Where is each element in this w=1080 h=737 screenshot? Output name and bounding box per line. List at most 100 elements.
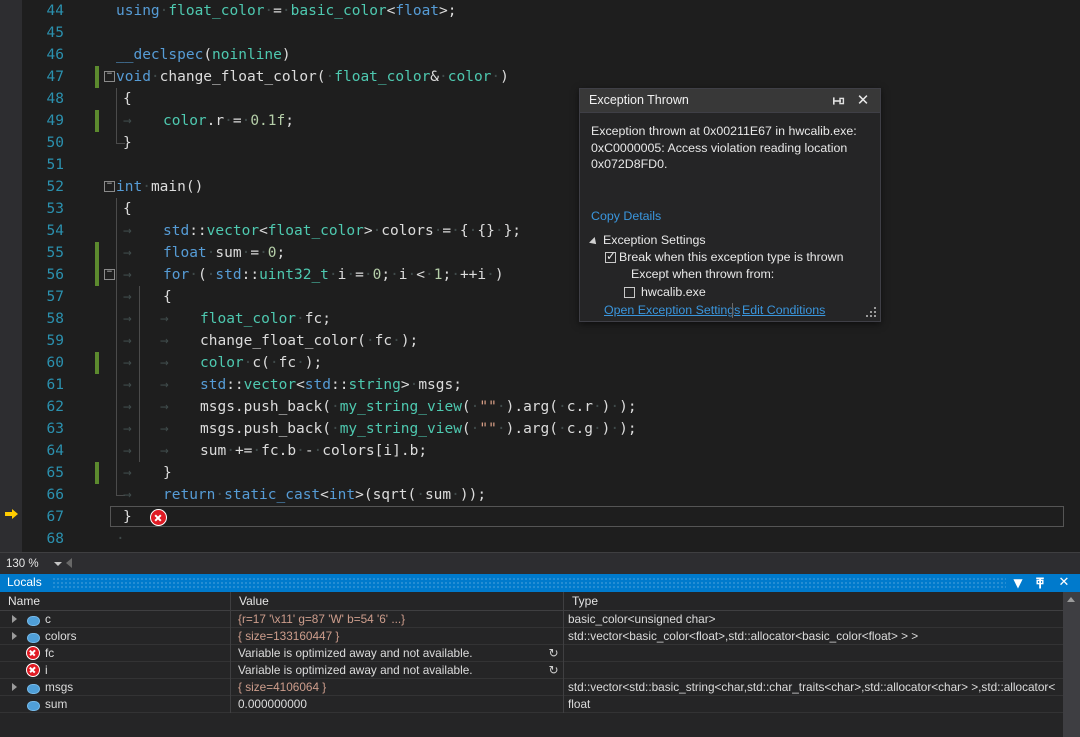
locals-datagrid[interactable]: Name Value Type c {r=17 '\x11' g=87 'W' b… (0, 592, 1080, 737)
code-line[interactable]: 49 → color.r·=·0.1f; (0, 110, 1080, 132)
code-line[interactable]: 56 → for·(·std::uint32_t·i·=·0;·i·<·1;·++i… (0, 264, 1080, 286)
code-line[interactable]: 58 → → float_color·fc; (0, 308, 1080, 330)
collapse-toggle-icon[interactable] (104, 269, 115, 280)
indent-guide (116, 198, 117, 220)
edit-conditions-link[interactable]: Edit Conditions (742, 303, 825, 317)
zoom-level-combobox[interactable]: 130 % (2, 555, 64, 573)
column-header-type[interactable]: Type (564, 592, 598, 611)
exception-dialog-titlebar[interactable]: Exception Thrown ✕ (580, 89, 880, 113)
code-line[interactable]: 61 → → std::vector<std::string>·msgs; (0, 374, 1080, 396)
row-value-cell[interactable]: { size=133160447 } (238, 628, 339, 645)
code-text: __declspec(noinline) (116, 47, 291, 63)
collapse-toggle-icon[interactable] (104, 71, 115, 82)
indent-guide (116, 352, 117, 374)
row-value-cell[interactable]: Variable is optimized away and not avail… (238, 662, 473, 679)
locals-titlebar[interactable]: Locals ▼ ✕ (0, 574, 1080, 592)
tab-whitespace-marker: → (123, 377, 132, 393)
table-row[interactable]: fc Variable is optimized away and not ava… (0, 645, 1080, 662)
open-exception-settings-link[interactable]: Open Exception Settings (604, 303, 740, 317)
indent-guide (116, 418, 117, 440)
code-line[interactable]: 54 → std::vector<float_color>·colors·=·{·{… (0, 220, 1080, 242)
code-line[interactable]: 68 · (0, 528, 1080, 550)
row-name-cell: colors (45, 629, 77, 643)
chevron-down-icon[interactable] (54, 562, 62, 566)
code-line[interactable]: 51 (0, 154, 1080, 176)
cell-divider (563, 696, 564, 713)
code-text: float_color·fc; (200, 311, 331, 327)
row-expander-icon[interactable] (12, 632, 17, 640)
locals-tab-label[interactable]: Locals (7, 575, 42, 589)
code-line[interactable]: 44 using·float_color·=·basic_color<float>… (0, 0, 1080, 22)
table-row[interactable]: sum 0.000000000 float (0, 696, 1080, 713)
code-line[interactable]: 46 __declspec(noinline) (0, 44, 1080, 66)
exception-settings-header[interactable]: Exception Settings (589, 233, 706, 247)
editor-horizontal-scrollbar[interactable] (80, 553, 1080, 575)
scroll-up-arrow-icon[interactable] (1067, 597, 1075, 602)
locals-panel[interactable]: Locals ▼ ✕ Name Value Type c {r=17 '\x11'… (0, 574, 1080, 737)
line-number: 52 (46, 179, 64, 195)
exception-dialog-title: Exception Thrown (589, 93, 689, 107)
refresh-icon[interactable]: ↻ (547, 646, 560, 660)
module-exclude-checkbox[interactable] (624, 287, 635, 298)
row-value-cell[interactable]: Variable is optimized away and not avail… (238, 645, 473, 662)
pin-icon[interactable] (1032, 575, 1048, 591)
cell-divider (230, 628, 231, 645)
code-line[interactable]: 53 { (0, 198, 1080, 220)
code-line[interactable]: 45 (0, 22, 1080, 44)
code-line[interactable]: 50} (0, 132, 1080, 154)
row-expander-icon[interactable] (12, 615, 17, 623)
code-line[interactable]: 59 → → change_float_color(·fc·); (0, 330, 1080, 352)
code-line[interactable]: 60 → → color·c(·fc·); (0, 352, 1080, 374)
code-line[interactable]: 64 → → sum·+=·fc.b·-·colors[i].b; (0, 440, 1080, 462)
titlebar-drag-texture[interactable] (52, 577, 1006, 589)
line-number: 50 (46, 135, 64, 151)
tab-whitespace-marker: → (160, 421, 169, 437)
copy-details-link[interactable]: Copy Details (591, 209, 661, 223)
collapse-toggle-icon[interactable] (104, 181, 115, 192)
exception-dialog-body: Exception thrown at 0x00211E67 in hwcali… (580, 113, 880, 173)
scroll-left-arrow-icon[interactable] (66, 558, 72, 568)
chevron-down-icon[interactable]: ▼ (1010, 575, 1026, 591)
close-icon[interactable]: ✕ (1056, 575, 1072, 591)
row-value-cell[interactable]: {r=17 '\x11' g=87 'W' b=54 '6' ...} (238, 611, 405, 628)
refresh-icon[interactable]: ↻ (547, 663, 560, 677)
code-line[interactable]: 52 int·main() (0, 176, 1080, 198)
code-line[interactable]: 48 { (0, 88, 1080, 110)
error-marker-icon[interactable] (150, 509, 167, 526)
indent-guide (116, 440, 117, 462)
column-header-name[interactable]: Name (0, 592, 40, 611)
locals-vertical-scrollbar[interactable] (1063, 592, 1080, 737)
code-editor[interactable]: 44 using·float_color·=·basic_color<float>… (0, 0, 1080, 552)
resize-grip-icon[interactable] (866, 307, 877, 318)
row-name-cell: c (45, 612, 51, 626)
column-header-value[interactable]: Value (231, 592, 269, 611)
code-text: color·c(·fc·); (200, 355, 323, 371)
code-line[interactable]: 67} (0, 506, 1080, 528)
code-line[interactable]: 47 void·change_float_color(·float_color&·… (0, 66, 1080, 88)
row-value-cell[interactable]: 0.000000000 (238, 696, 307, 713)
row-name-cell: msgs (45, 680, 74, 694)
pin-icon[interactable] (830, 93, 846, 109)
break-on-exception-label: Break when this exception type is thrown (619, 250, 844, 264)
table-row[interactable]: c {r=17 '\x11' g=87 'W' b=54 '6' ...} basi… (0, 611, 1080, 628)
tab-whitespace-marker: → (123, 267, 132, 283)
table-row[interactable]: colors { size=133160447 } std::vector<basi… (0, 628, 1080, 645)
code-line[interactable]: 63 → → msgs.push_back(·my_string_view(·""·)… (0, 418, 1080, 440)
error-icon (26, 663, 40, 677)
table-row[interactable]: i Variable is optimized away and not avai… (0, 662, 1080, 679)
exception-settings-label: Exception Settings (603, 233, 706, 247)
code-line[interactable]: 57 → { (0, 286, 1080, 308)
code-line[interactable]: 55 → float·sum·=·0; (0, 242, 1080, 264)
exception-thrown-dialog[interactable]: Exception Thrown ✕ Exception thrown at 0… (579, 88, 881, 322)
code-line[interactable]: 65 →} (0, 462, 1080, 484)
expander-triangle-icon[interactable] (589, 237, 599, 247)
row-value-cell[interactable]: { size=4106064 } (238, 679, 326, 696)
row-expander-icon[interactable] (12, 683, 17, 691)
code-line[interactable]: 66 → return·static_cast<int>(sqrt(·sum·)); (0, 484, 1080, 506)
close-icon[interactable]: ✕ (854, 91, 872, 109)
locals-rows-container: c {r=17 '\x11' g=87 'W' b=54 '6' ...} basi… (0, 611, 1080, 713)
cell-divider (230, 662, 231, 679)
break-on-exception-checkbox[interactable] (605, 249, 616, 263)
code-line[interactable]: 62 → → msgs.push_back(·my_string_view(·""·)… (0, 396, 1080, 418)
table-row[interactable]: msgs { size=4106064 } std::vector<std::bas… (0, 679, 1080, 696)
